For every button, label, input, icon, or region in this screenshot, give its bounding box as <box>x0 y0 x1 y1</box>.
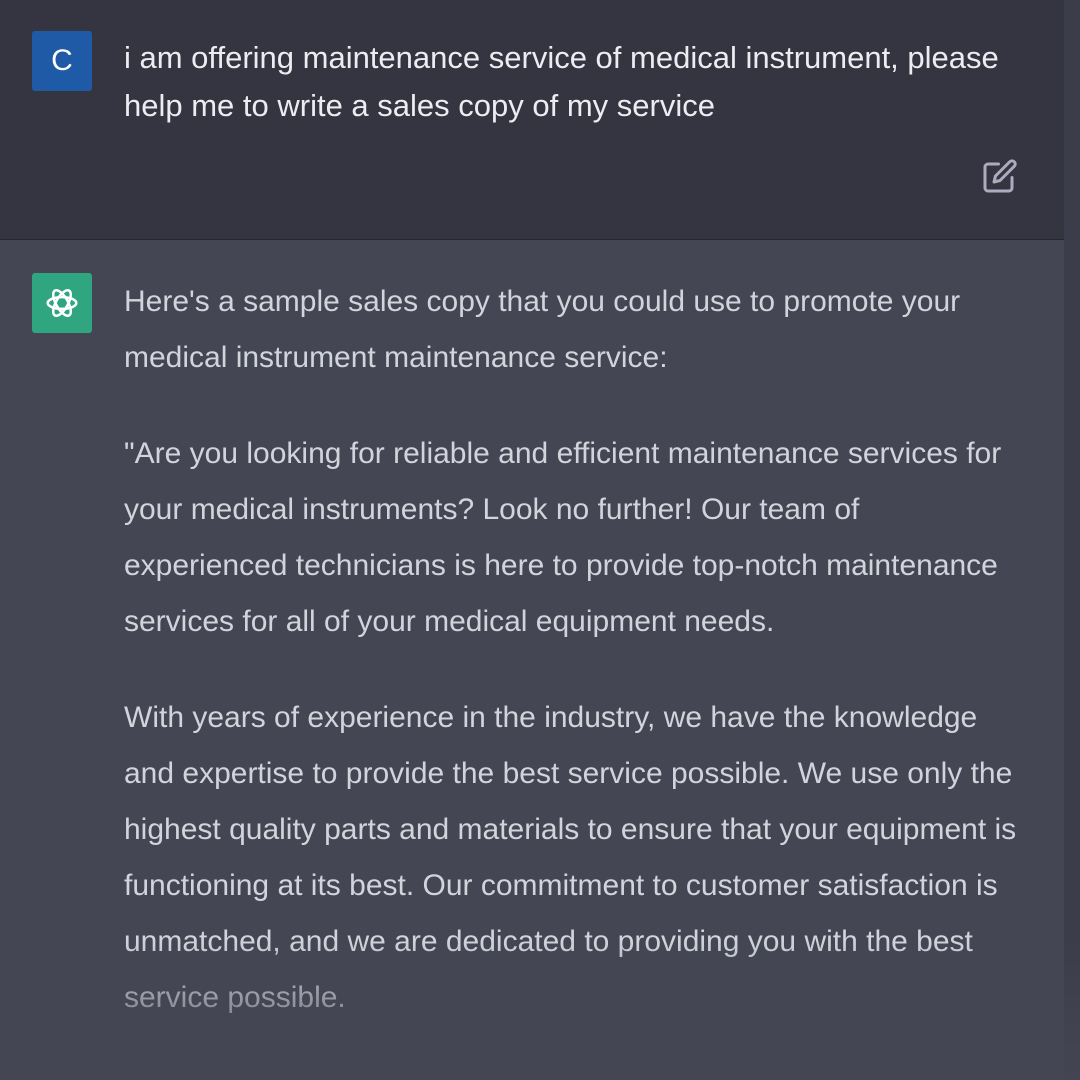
assistant-message-text: Here's a sample sales copy that you coul… <box>124 274 1029 1066</box>
assistant-message: Here's a sample sales copy that you coul… <box>0 240 1064 1080</box>
chat-page: C i am offering maintenance service of m… <box>0 0 1080 1080</box>
assistant-paragraph-intro: Here's a sample sales copy that you coul… <box>124 285 961 374</box>
scrollbar[interactable] <box>1064 0 1080 1080</box>
user-message-text: i am offering maintenance service of med… <box>124 40 999 123</box>
user-message: C i am offering maintenance service of m… <box>0 0 1064 240</box>
assistant-paragraph-experience: With years of experience in the industry… <box>124 701 1017 1014</box>
edit-icon[interactable] <box>982 158 1018 194</box>
assistant-avatar <box>32 273 92 333</box>
user-avatar: C <box>32 31 92 91</box>
assistant-paragraph-pitch: "Are you looking for reliable and effici… <box>124 437 1002 638</box>
openai-logo-icon <box>46 289 78 317</box>
